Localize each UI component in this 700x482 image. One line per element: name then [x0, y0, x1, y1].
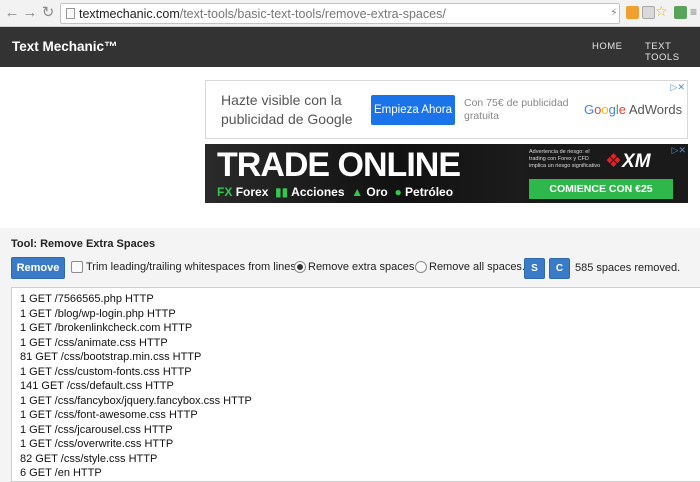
menu-icon[interactable]: ≡	[690, 6, 700, 19]
url-text: textmechanic.com/text-tools/basic-text-t…	[79, 7, 446, 21]
market-petroleo: Petróleo	[405, 185, 454, 199]
remove-button[interactable]: Remove	[11, 257, 65, 279]
nav-text-tools[interactable]: TEXT TOOLS	[645, 41, 700, 63]
remove-extra-label[interactable]: Remove extra spaces.	[308, 261, 417, 273]
ad-title: TRADE ONLINE	[217, 146, 461, 184]
text-line: 1 GET /css/fancybox/jquery.fancybox.css …	[20, 394, 252, 407]
address-bar[interactable]: textmechanic.com/text-tools/basic-text-t…	[60, 3, 620, 24]
trim-option-label[interactable]: Trim leading/trailing whitespaces from l…	[86, 261, 299, 273]
risk-warning: Advertencia de riesgo: el trading con Fo…	[529, 149, 601, 169]
browser-toolbar: ← → ↻ textmechanic.com/text-tools/basic-…	[0, 0, 700, 27]
c-button[interactable]: C	[549, 258, 570, 279]
google-letter: e	[618, 102, 626, 117]
xm-ad-banner[interactable]: TRADE ONLINE FX Forex ▮▮ Acciones ▲ Oro …	[205, 144, 688, 203]
remove-extra-radio[interactable]	[294, 261, 306, 273]
text-line: 81 GET /css/bootstrap.min.css HTTP	[20, 351, 202, 363]
status-text: 585 spaces removed.	[575, 262, 681, 274]
ad-start-button[interactable]: Empieza Ahora	[371, 95, 455, 125]
google-letter: G	[584, 102, 595, 117]
gold-icon: ▲	[351, 185, 364, 199]
site-logo[interactable]: Text Mechanic™	[12, 39, 118, 54]
text-line: 1 GET /css/overwrite.css HTTP	[20, 438, 174, 450]
text-line: 1 GET /brokenlinkcheck.com HTTP	[20, 322, 193, 334]
adwords-wordmark: AdWords	[625, 102, 683, 117]
ad-choices-icon[interactable]: ▷✕	[672, 145, 686, 156]
remove-all-radio[interactable]	[415, 261, 427, 273]
ad-choices-icon[interactable]: ▷✕	[671, 82, 685, 93]
url-path: /text-tools/basic-text-tools/remove-extr…	[179, 7, 446, 21]
google-wordmark: Google	[584, 102, 626, 117]
s-button[interactable]: S	[524, 258, 545, 279]
star-icon[interactable]: ☆	[655, 4, 668, 18]
reload-icon[interactable]: ↻	[40, 5, 56, 21]
page-icon	[66, 8, 75, 19]
text-line: 1 GET /css/jcarousel.css HTTP	[20, 423, 173, 436]
market-acciones: Acciones	[291, 185, 345, 199]
ad-subtext: Con 75€ de publicidad gratuita	[464, 97, 569, 122]
extension-icon[interactable]	[642, 6, 655, 19]
remove-all-label[interactable]: Remove all spaces.	[429, 261, 525, 273]
bar-chart-icon: ▮▮	[275, 185, 289, 199]
rss-extension-icon[interactable]	[626, 6, 639, 19]
forward-arrow-icon[interactable]: →	[22, 5, 38, 21]
adwords-logo: Google AdWords	[584, 102, 682, 117]
text-line: 6 GET /en HTTP	[20, 467, 102, 479]
trim-checkbox[interactable]	[71, 261, 83, 273]
extension-green-icon[interactable]	[674, 6, 687, 19]
back-arrow-icon[interactable]: ←	[4, 5, 20, 21]
xm-brand: XM	[622, 151, 651, 172]
text-line: 1 GET /blog/wp-login.php HTTP	[20, 307, 176, 320]
google-ad-banner[interactable]: Hazte visible con la publicidad de Googl…	[205, 80, 688, 139]
text-line: 82 GET /css/style.css HTTP	[20, 452, 158, 465]
ad-cta-button[interactable]: COMIENCE CON €25 GRATIS	[529, 179, 673, 199]
tool-title: Tool: Remove Extra Spaces	[11, 238, 156, 250]
text-line: 1 GET /css/font-awesome.css HTTP	[20, 409, 198, 421]
text-input-area[interactable]: 1 GET /7566565.php HTTP 1 GET /blog/wp-lo…	[11, 287, 700, 482]
text-line: 1 GET /7566565.php HTTP	[20, 293, 154, 305]
oil-drop-icon: ●	[394, 185, 402, 199]
market-forex: Forex	[235, 185, 269, 199]
ad-market-list: FX Forex ▮▮ Acciones ▲ Oro ● Petróleo	[217, 185, 453, 199]
ad-headline: Hazte visible con la publicidad de Googl…	[221, 92, 353, 127]
nav-home[interactable]: HOME	[592, 41, 623, 52]
google-letter: g	[608, 102, 616, 117]
tool-panel: Tool: Remove Extra Spaces Remove Trim le…	[0, 228, 700, 482]
text-line: 1 GET /css/custom-fonts.css HTTP	[20, 365, 192, 378]
text-line: 1 GET /css/animate.css HTTP	[20, 336, 168, 349]
fx-label: FX	[217, 185, 233, 199]
lightning-icon[interactable]: ⚡	[610, 7, 619, 19]
google-letter: o	[601, 102, 609, 117]
text-line: 141 GET /css/default.css HTTP	[20, 380, 174, 392]
xm-logo-icon: ❖	[605, 151, 623, 172]
xm-logo: ❖XM	[605, 150, 651, 173]
url-domain: textmechanic.com	[79, 7, 180, 21]
site-header: Text Mechanic™ HOME TEXT TOOLS	[0, 27, 700, 67]
market-oro: Oro	[366, 185, 388, 199]
